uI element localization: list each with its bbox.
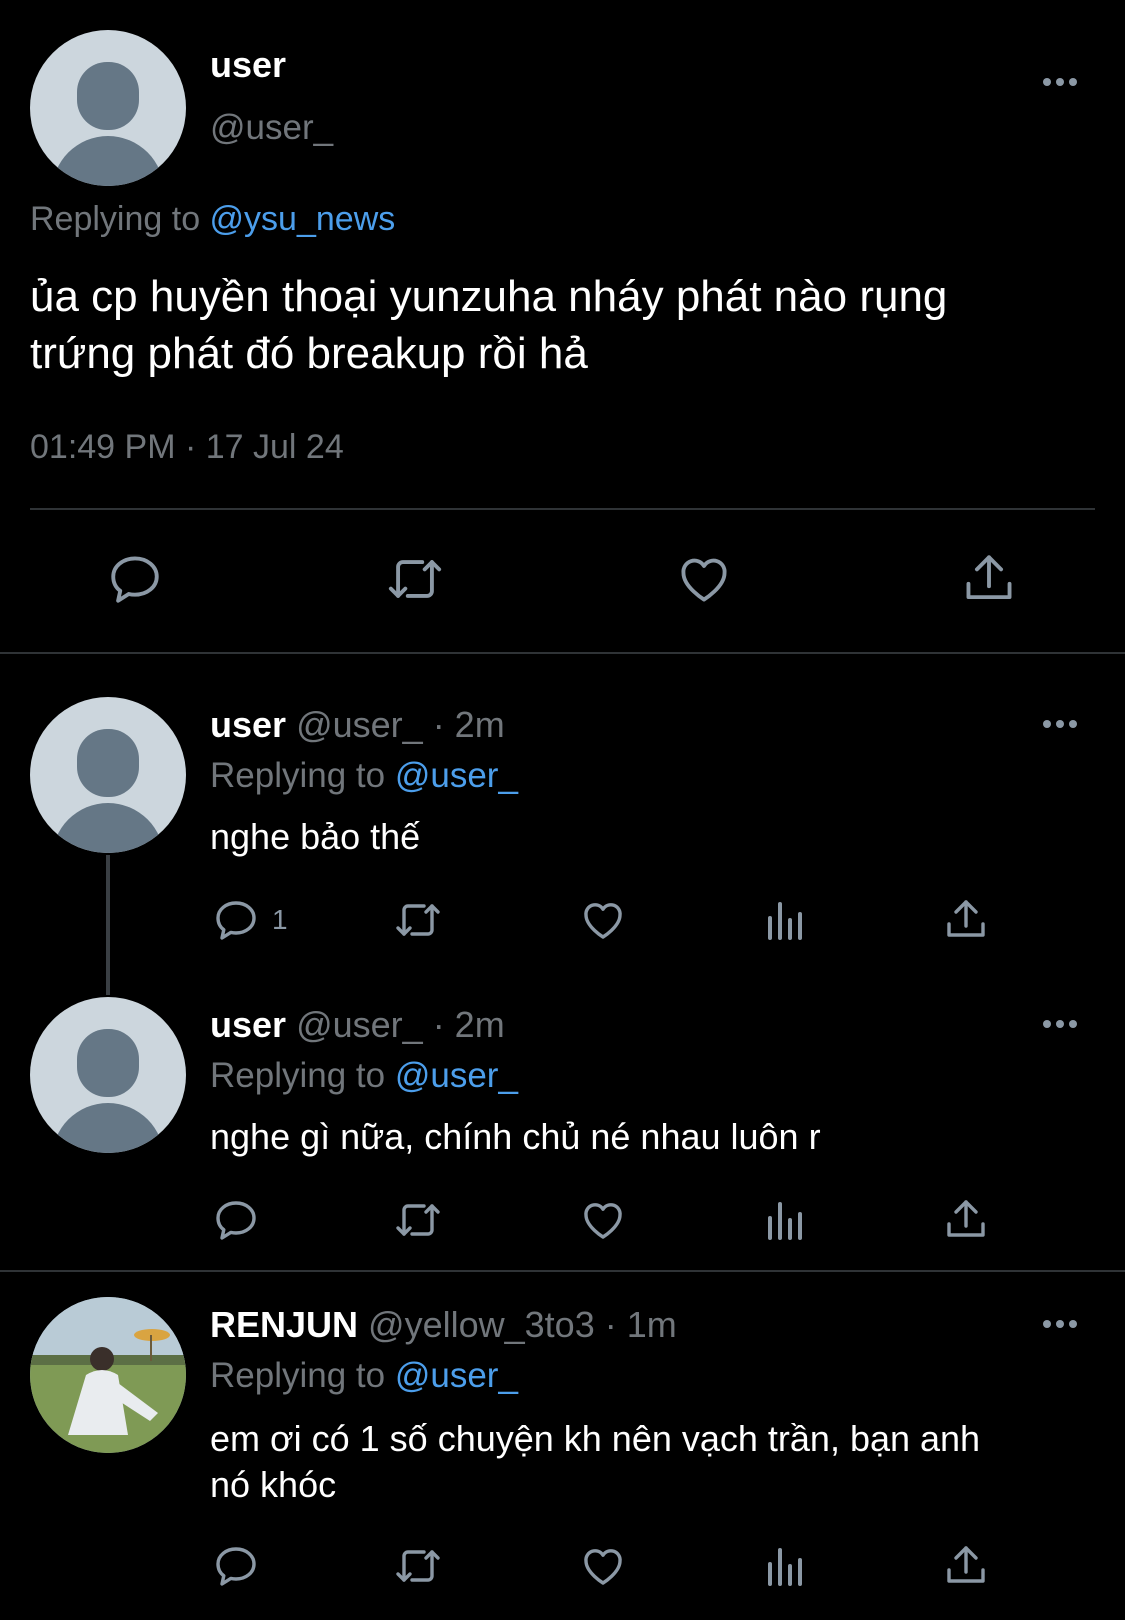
- views-icon: [768, 1202, 802, 1240]
- more-icon[interactable]: [1043, 1320, 1077, 1328]
- main-tweet-name[interactable]: user: [210, 44, 286, 86]
- replying-to-link[interactable]: @user_: [395, 756, 518, 795]
- reply-text: em ơi có 1 số chuyện kh nên vạch trần, b…: [210, 1416, 980, 1508]
- main-tweet-text: ủa cp huyền thoại yunzuha nháy phát nào …: [30, 268, 947, 382]
- share-icon: [947, 1200, 985, 1237]
- replying-label: Replying to: [210, 756, 395, 795]
- divider: [0, 1270, 1125, 1272]
- reply-time: · 2m: [432, 704, 505, 745]
- share-icon: [947, 1546, 985, 1583]
- retweet-button[interactable]: [392, 1542, 444, 1590]
- share-icon: [947, 900, 985, 937]
- views-button[interactable]: [762, 1196, 810, 1244]
- like-button[interactable]: [578, 1196, 628, 1244]
- reply-count: 1: [272, 904, 288, 935]
- retweet-icon: [388, 560, 442, 598]
- replying-label: Replying to: [30, 200, 210, 238]
- default-avatar-head: [77, 729, 139, 797]
- thread-connector: [106, 855, 110, 995]
- reply-text-line: em ơi có 1 số chuyện kh nên vạch trần, b…: [210, 1418, 981, 1459]
- default-avatar-head: [77, 1029, 139, 1097]
- views-button[interactable]: [762, 1542, 810, 1590]
- reply-icon: [216, 1547, 256, 1586]
- views-button[interactable]: [762, 896, 810, 944]
- replying-to-link[interactable]: @user_: [395, 1056, 518, 1095]
- main-tweet-replying: Replying to @ysu_news: [30, 200, 395, 239]
- share-button[interactable]: [942, 1196, 990, 1244]
- replying-to-link[interactable]: @user_: [395, 1356, 518, 1395]
- retweet-button[interactable]: [392, 896, 444, 944]
- reply-header: user @user_ · 2m: [210, 704, 505, 746]
- profile-photo-icon: [30, 1297, 186, 1453]
- more-icon[interactable]: [1043, 78, 1077, 86]
- divider: [0, 652, 1125, 654]
- more-icon[interactable]: [1043, 720, 1077, 728]
- reply-avatar[interactable]: [30, 997, 186, 1153]
- default-avatar-body: [52, 803, 164, 853]
- reply-replying: Replying to @user_: [210, 1356, 518, 1396]
- retweet-icon: [396, 904, 440, 936]
- default-avatar-body: [52, 136, 164, 186]
- main-tweet-text-line: ủa cp huyền thoại yunzuha nháy phát nào …: [30, 272, 948, 321]
- reply-avatar-photo[interactable]: [30, 1297, 186, 1453]
- reply-icon: [111, 556, 159, 603]
- reply-avatar[interactable]: [30, 697, 186, 853]
- like-icon: [681, 558, 727, 602]
- like-icon: [584, 1203, 622, 1239]
- reply-button[interactable]: [212, 1196, 260, 1244]
- reply-icon: [216, 901, 256, 940]
- retweet-icon: [396, 1550, 440, 1582]
- replying-label: Replying to: [210, 1056, 395, 1095]
- reply-icon: [216, 1201, 256, 1240]
- retweet-button[interactable]: [384, 550, 446, 608]
- reply-name[interactable]: user: [210, 1004, 286, 1045]
- default-avatar-body: [52, 1103, 164, 1153]
- reply-replying: Replying to @user_: [210, 756, 518, 796]
- main-tweet-text-line: trứng phát đó breakup rồi hả: [30, 329, 588, 378]
- replying-label: Replying to: [210, 1356, 395, 1395]
- reply-text: nghe gì nữa, chính chủ né nhau luôn r: [210, 1116, 821, 1157]
- reply-text-line: nó khóc: [210, 1464, 337, 1505]
- reply-header: RENJUN @yellow_3to3 · 1m: [210, 1304, 677, 1346]
- reply-button[interactable]: [106, 550, 164, 608]
- reply-button[interactable]: 1: [212, 896, 288, 944]
- reply-text: nghe bảo thế: [210, 816, 421, 857]
- views-icon: [768, 1548, 802, 1586]
- reply-handle[interactable]: @user_: [296, 1004, 423, 1045]
- share-button[interactable]: [942, 1542, 990, 1590]
- reply-handle[interactable]: @user_: [296, 704, 423, 745]
- retweet-icon: [396, 1204, 440, 1236]
- share-button[interactable]: [960, 550, 1018, 608]
- reply-button[interactable]: [212, 1542, 260, 1590]
- more-icon[interactable]: [1043, 1020, 1077, 1028]
- like-icon: [584, 903, 622, 939]
- reply-handle[interactable]: @yellow_3to3: [368, 1304, 595, 1345]
- reply-time: · 1m: [604, 1304, 677, 1345]
- divider: [30, 508, 1095, 510]
- default-avatar-head: [77, 62, 139, 130]
- like-button[interactable]: [578, 1542, 628, 1590]
- views-icon: [768, 902, 802, 940]
- like-icon: [584, 1549, 622, 1585]
- reply-time: · 2m: [432, 1004, 505, 1045]
- share-button[interactable]: [942, 896, 990, 944]
- reply-name[interactable]: RENJUN: [210, 1304, 358, 1345]
- like-button[interactable]: [674, 550, 734, 608]
- share-icon: [966, 555, 1012, 600]
- reply-replying: Replying to @user_: [210, 1056, 518, 1096]
- reply-name[interactable]: user: [210, 704, 286, 745]
- main-tweet-timestamp: 01:49 PM · 17 Jul 24: [30, 428, 344, 466]
- retweet-button[interactable]: [392, 1196, 444, 1244]
- replying-to-link[interactable]: @ysu_news: [210, 200, 396, 238]
- main-tweet-avatar[interactable]: [30, 30, 186, 186]
- like-button[interactable]: [578, 896, 628, 944]
- reply-header: user @user_ · 2m: [210, 1004, 505, 1046]
- main-tweet-handle[interactable]: @user_: [210, 108, 333, 148]
